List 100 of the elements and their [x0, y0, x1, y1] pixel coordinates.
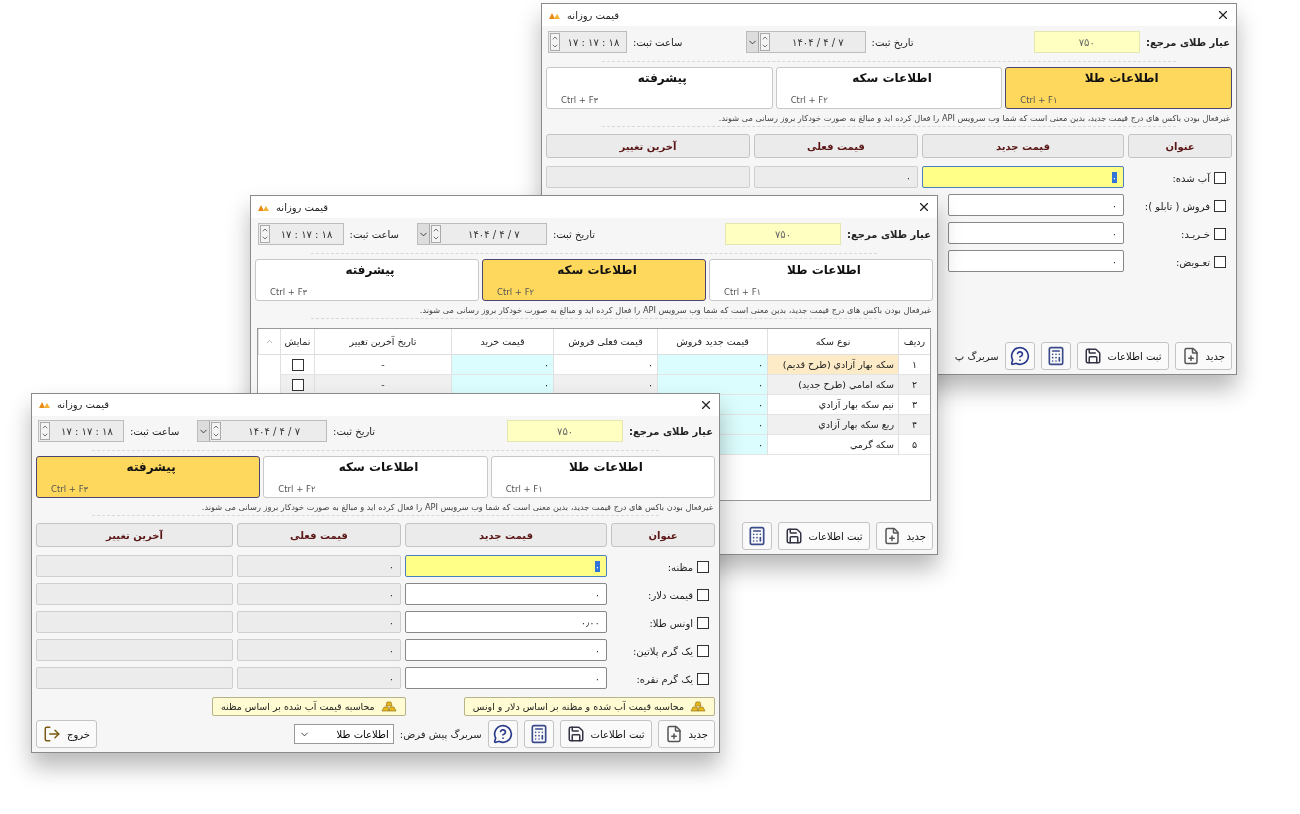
tab[interactable]: اطلاعات طلا Ctrl + F۱ [1005, 67, 1232, 109]
calculate-button[interactable]: محاسبه قیمت آب شده و مظنه بر اساس دلار و اونس [463, 697, 715, 716]
calculator-button[interactable] [1040, 342, 1071, 370]
spinner-icon[interactable] [40, 422, 50, 441]
save-icon [1083, 347, 1102, 365]
row-number: ۱ [898, 355, 930, 375]
info-note: غیرفعال بودن باکس های درج قیمت جدید، بدین معنی است که شما وب سرویس API را فعال کرده اید و مبالغ به صورت خودکار بروز رسانی می شوند. [200, 501, 714, 512]
tab[interactable]: اطلاعات سکه Ctrl + F۲ [482, 259, 706, 301]
default-tab-select[interactable]: اطلاعات طلا [293, 724, 394, 744]
calculator-button[interactable] [523, 720, 554, 748]
checkbox[interactable] [1214, 228, 1226, 240]
app-logo-icon [38, 400, 52, 410]
help-button[interactable] [487, 720, 518, 748]
spinner-icon[interactable] [550, 33, 560, 51]
checkbox[interactable] [697, 617, 709, 629]
tab[interactable]: اطلاعات طلا Ctrl + F۱ [709, 259, 933, 301]
exit-icon [43, 725, 61, 743]
column-header: قیمت خرید [451, 329, 553, 355]
spinner-icon[interactable] [211, 422, 222, 441]
column-header: قیمت فعلی [237, 523, 401, 547]
ingot-stack-icon [380, 701, 397, 712]
tab[interactable]: اطلاعات سکه Ctrl + F۲ [263, 456, 488, 498]
coin-name-cell[interactable]: سکه بهار آزادي (طرح قديم) [767, 355, 898, 375]
column-header: قیمت جدید [922, 134, 1124, 158]
new-price-field[interactable]: ۰ [405, 667, 607, 689]
coin-name-cell[interactable]: سکه امامي (طرح جديد) [767, 375, 898, 395]
checkbox[interactable] [1214, 200, 1226, 212]
row-label: قیمت دلار: [648, 589, 693, 601]
date-field[interactable]: ۱۴۰۴ / ۴ / ۷ [416, 223, 547, 245]
tab[interactable]: پیشرفته Ctrl + F۳ [255, 259, 479, 301]
close-icon[interactable] [1216, 8, 1230, 22]
spinner-icon[interactable] [259, 225, 270, 243]
coin-name-cell[interactable]: ربع سکه بهار آزادي [767, 415, 898, 435]
help-button[interactable] [1004, 342, 1035, 370]
date-label: تاریخ ثبت: [333, 425, 376, 437]
default-tab-label: سربرگ پ [954, 350, 999, 362]
new-button[interactable]: جدید [1174, 342, 1232, 370]
time-field[interactable]: ۱۷ : ۱۷ : ۱۸ [257, 223, 344, 245]
column-header: آخرین تغییر [36, 523, 233, 547]
new-button[interactable]: جدید [875, 522, 933, 550]
row-label: خـریـد: [1181, 228, 1210, 240]
new-file-icon [882, 527, 901, 545]
new-price-field[interactable]: ۰ [405, 639, 607, 661]
new-file-icon [664, 725, 683, 743]
last-change-cell: - [314, 355, 451, 375]
current-sale-cell: ۰ [553, 355, 657, 375]
calculate-button[interactable]: محاسبه قیمت آب شده بر اساس مظنه [212, 697, 406, 716]
coin-name-cell[interactable]: نيم سکه بهار آزادي [767, 395, 898, 415]
new-price-field[interactable]: ۰ [922, 166, 1124, 188]
checkbox[interactable] [697, 645, 709, 657]
new-price-field[interactable]: ۰ [948, 222, 1124, 244]
new-price-field[interactable]: ۰ [948, 194, 1124, 216]
spinner-icon[interactable] [760, 33, 771, 51]
checkbox[interactable] [697, 589, 709, 601]
checkbox[interactable] [1214, 256, 1226, 268]
save-button[interactable]: ثبت اطلاعات [559, 720, 652, 748]
row-label: مظنه: [667, 561, 693, 573]
row-label: یک گرم نقره: [636, 673, 693, 685]
time-field[interactable]: ۱۷ : ۱۷ : ۱۸ [548, 31, 627, 53]
checkbox[interactable] [697, 561, 709, 573]
reference-purity-field[interactable]: ۷۵۰ [725, 223, 841, 245]
save-icon [784, 527, 803, 545]
checkbox[interactable] [697, 673, 709, 685]
new-price-field[interactable]: ۰٫۰۰ [405, 611, 607, 633]
row-number: ۴ [898, 415, 930, 435]
column-header: عنوان [1128, 134, 1232, 158]
row-label: اونس طلا: [649, 617, 693, 629]
buy-price-cell: ۰ [451, 375, 553, 395]
calculator-button[interactable] [741, 522, 772, 550]
new-price-field[interactable]: ۰ [948, 250, 1124, 272]
date-field[interactable]: ۱۴۰۴ / ۴ / ۷ [197, 420, 328, 443]
checkbox[interactable] [291, 378, 304, 391]
reference-purity-field[interactable]: ۷۵۰ [507, 420, 623, 443]
date-field[interactable]: ۱۴۰۴ / ۴ / ۷ [746, 31, 866, 53]
current-price-field: ۰ [237, 611, 401, 633]
column-header: ردیف [898, 329, 930, 355]
coin-name-cell[interactable]: سکه گرمي [767, 435, 898, 455]
tab[interactable]: اطلاعات سکه Ctrl + F۲ [775, 67, 1003, 109]
save-button[interactable]: ثبت اطلاعات [1076, 342, 1169, 370]
column-header: تاریخ آخرین تغییر [314, 329, 451, 355]
exit-button[interactable]: خروج [36, 720, 97, 748]
new-price-field[interactable]: ۰ [405, 555, 607, 577]
column-header: قیمت جدید [405, 523, 607, 547]
date-label: تاریخ ثبت: [552, 228, 595, 240]
last-change-cell: - [314, 375, 451, 395]
checkbox[interactable] [1214, 172, 1226, 184]
close-icon[interactable] [917, 200, 931, 214]
save-button[interactable]: ثبت اطلاعات [777, 522, 870, 550]
tab[interactable]: پیشرفته Ctrl + F۳ [36, 456, 261, 498]
new-price-field[interactable]: ۰ [405, 583, 607, 605]
spinner-icon[interactable] [430, 225, 441, 243]
time-field[interactable]: ۱۷ : ۱۷ : ۱۸ [38, 420, 124, 443]
checkbox[interactable] [291, 358, 304, 371]
reference-purity-field[interactable]: ۷۵۰ [1033, 31, 1140, 53]
new-file-icon [1181, 347, 1200, 365]
tab[interactable]: اطلاعات طلا Ctrl + F۱ [490, 456, 715, 498]
tab[interactable]: پیشرفته Ctrl + F۳ [546, 67, 773, 109]
column-header: نمایش [280, 329, 314, 355]
new-button[interactable]: جدید [657, 720, 715, 748]
help-icon [1009, 346, 1030, 366]
